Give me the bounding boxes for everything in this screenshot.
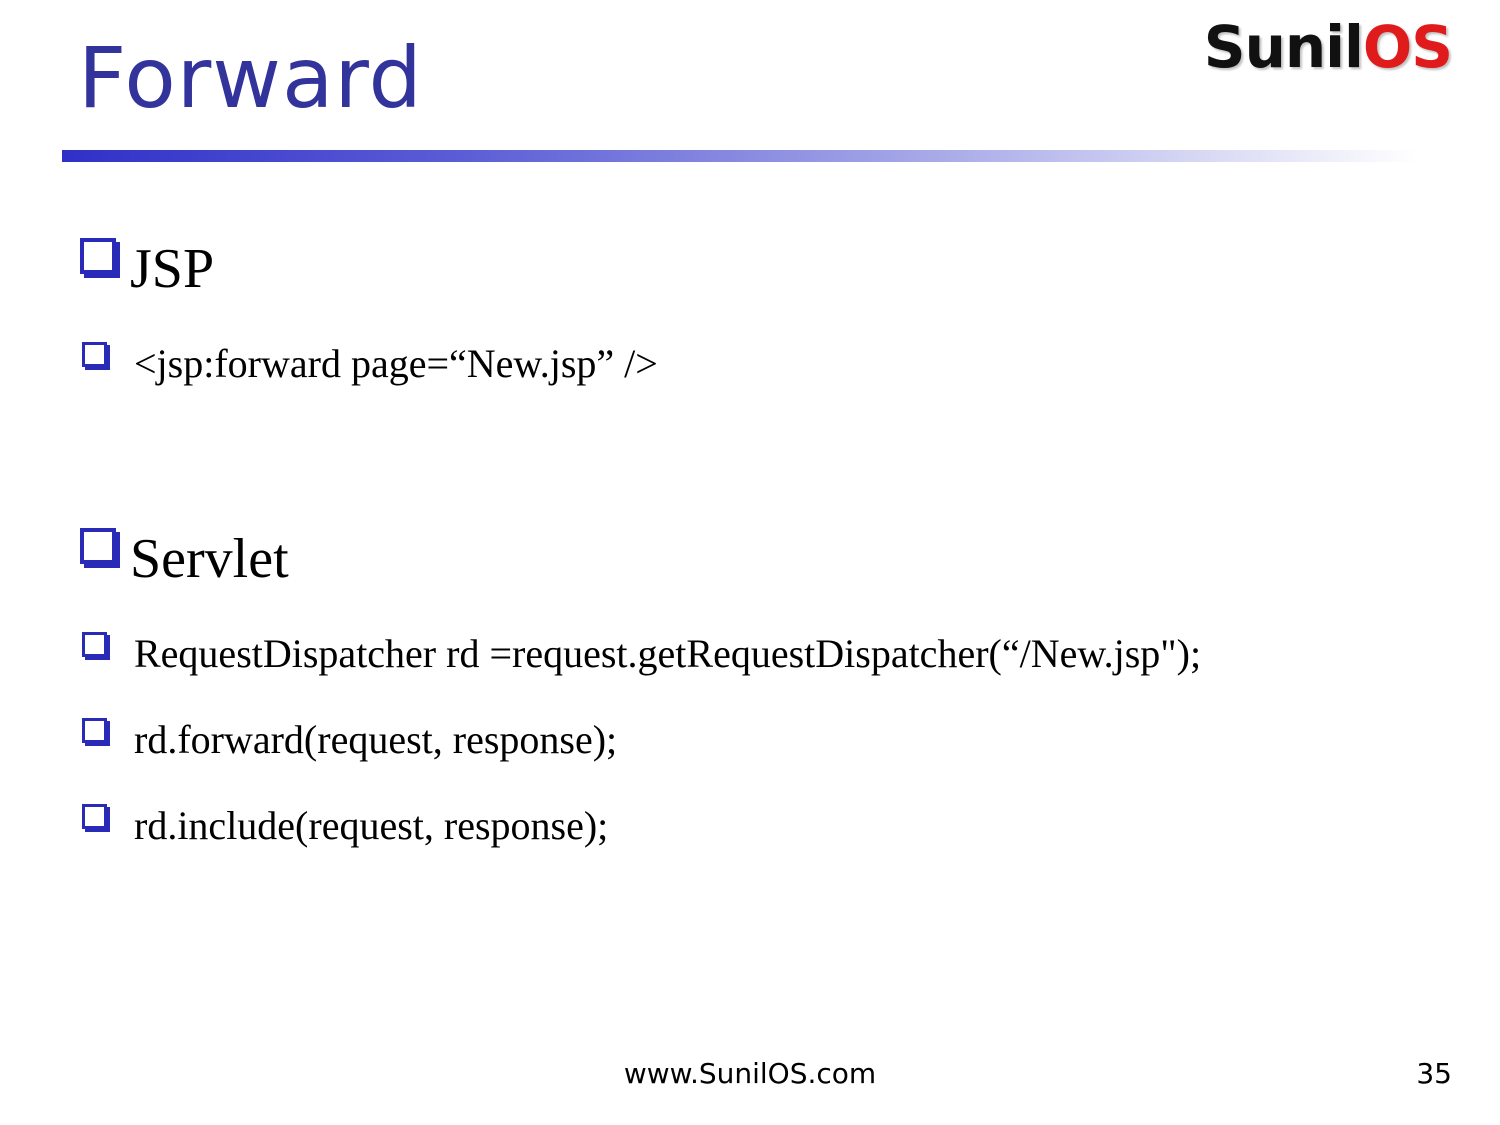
page-number: 35 — [1416, 1057, 1452, 1090]
section-heading-text: Servlet — [130, 528, 289, 590]
bullet-item-request-dispatcher: RequestDispatcher rd =request.getRequest… — [82, 630, 1201, 678]
title-divider — [62, 150, 1417, 162]
bullet-item-rd-forward: rd.forward(request, response); — [82, 716, 617, 764]
slide-title: Forward — [78, 29, 423, 127]
bullet-item-rd-include: rd.include(request, response); — [82, 802, 608, 850]
section-heading-jsp: JSP — [80, 238, 214, 300]
square-bullet-icon — [80, 528, 120, 568]
square-bullet-icon — [82, 718, 110, 746]
logo-text-sunil: Sunil — [1203, 13, 1364, 81]
footer-url: www.SunilOS.com — [623, 1057, 877, 1090]
section-heading-text: JSP — [130, 238, 215, 300]
logo-text-os: OS — [1362, 13, 1453, 81]
section-heading-servlet: Servlet — [80, 528, 289, 590]
square-bullet-icon — [82, 632, 110, 660]
bullet-text: RequestDispatcher rd =request.getRequest… — [134, 631, 1202, 676]
bullet-text: rd.forward(request, response); — [134, 717, 618, 762]
bullet-text: rd.include(request, response); — [134, 803, 609, 848]
square-bullet-icon — [80, 238, 120, 278]
square-bullet-icon — [82, 342, 110, 370]
sunilos-logo: SunilOS — [1204, 18, 1453, 76]
square-bullet-icon — [82, 804, 110, 832]
bullet-text: <jsp:forward page=“New.jsp” /> — [134, 341, 658, 386]
bullet-item-jsp-forward: <jsp:forward page=“New.jsp” /> — [82, 340, 658, 388]
